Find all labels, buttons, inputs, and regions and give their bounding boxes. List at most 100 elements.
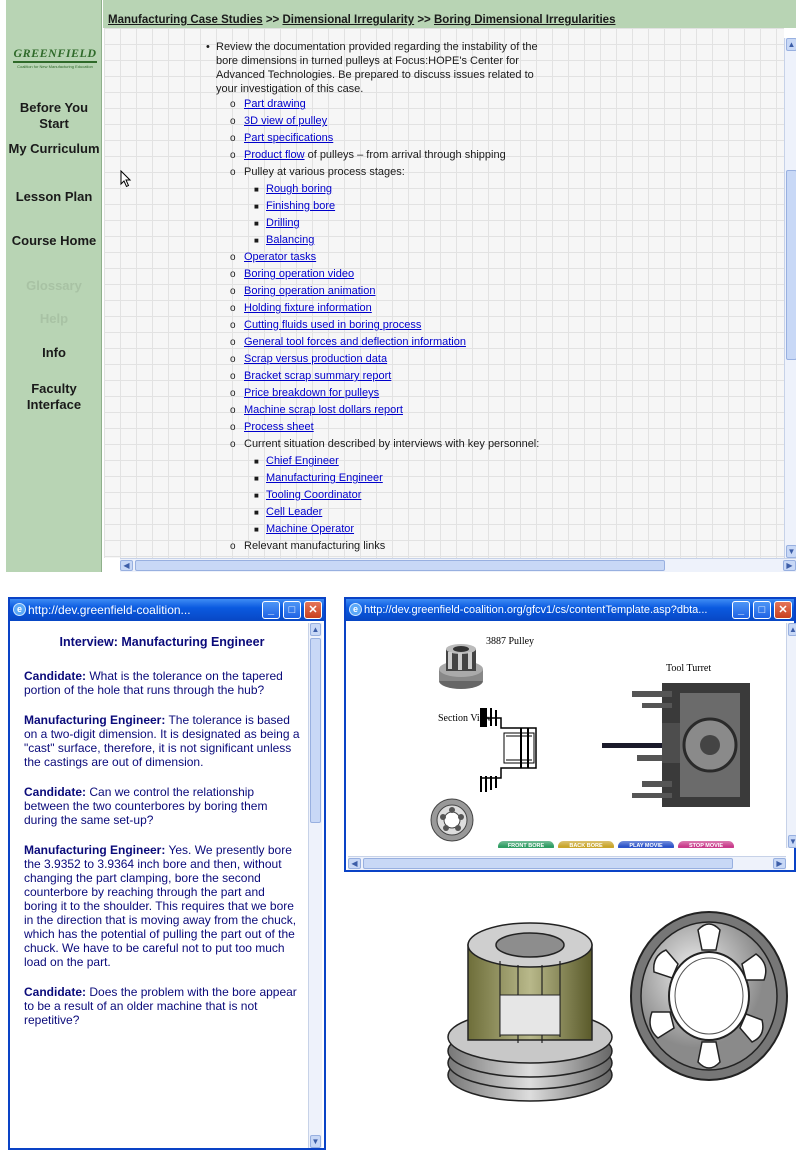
- list-item[interactable]: o Price breakdown for pulleys: [216, 385, 556, 402]
- sub-list-item[interactable]: ■ Balancing: [216, 232, 556, 249]
- sub-resource-link[interactable]: Rough boring: [266, 183, 332, 195]
- scroll-thumb[interactable]: [135, 560, 665, 571]
- list-item[interactable]: o Bracket scrap summary report: [216, 368, 556, 385]
- list-item[interactable]: o Boring operation animation: [216, 283, 556, 300]
- breadcrumb-link[interactable]: Manufacturing Case Studies: [108, 14, 263, 26]
- content-vertical-scrollbar[interactable]: ▲ ▼: [784, 38, 796, 558]
- list-item[interactable]: o Operator tasks: [216, 249, 556, 266]
- close-icon[interactable]: ✕: [304, 601, 322, 619]
- sub-resource-link[interactable]: Balancing: [266, 234, 314, 246]
- scroll-thumb[interactable]: [786, 170, 796, 360]
- breadcrumb-link[interactable]: Dimensional Irregularity: [282, 14, 414, 26]
- resource-link[interactable]: Boring operation animation: [244, 285, 375, 297]
- list-item[interactable]: o General tool forces and deflection info…: [216, 334, 556, 351]
- back-bore-button[interactable]: BACK BORE: [558, 841, 614, 848]
- resource-link[interactable]: Cutting fluids used in boring process: [244, 319, 421, 331]
- scroll-up-arrow-icon[interactable]: ▲: [310, 623, 321, 636]
- interview-vertical-scrollbar[interactable]: ▲ ▼: [308, 623, 322, 1148]
- square-bullet-icon: ■: [254, 236, 259, 245]
- list-item[interactable]: o Process sheet: [216, 419, 556, 436]
- sub-list-item[interactable]: ■ Cell Leader: [216, 504, 556, 521]
- sub-list-item[interactable]: ■ Tooling Coordinator: [216, 487, 556, 504]
- list-item[interactable]: o Cutting fluids used in boring process: [216, 317, 556, 334]
- sub-list-item[interactable]: ■ Machine Operator: [216, 521, 556, 538]
- scroll-down-arrow-icon[interactable]: ▼: [786, 545, 796, 558]
- resource-link[interactable]: Part specifications: [244, 132, 333, 144]
- resource-link[interactable]: Part drawing: [244, 98, 306, 110]
- animation-titlebar[interactable]: e http://dev.greenfield-coalition.org/gf…: [346, 599, 794, 621]
- maximize-icon[interactable]: □: [753, 601, 771, 619]
- circle-bullet-icon: o: [230, 371, 236, 382]
- nav-info[interactable]: Info: [6, 345, 102, 361]
- sub-resource-link[interactable]: Manufacturing Engineer: [266, 472, 383, 484]
- nav-before-you-start[interactable]: Before You Start: [6, 100, 102, 132]
- scroll-up-arrow-icon[interactable]: ▲: [786, 38, 796, 51]
- resource-link[interactable]: Process sheet: [244, 421, 314, 433]
- resource-link[interactable]: Operator tasks: [244, 251, 316, 263]
- nav-glossary: Glossary: [6, 278, 102, 294]
- sub-resource-link[interactable]: Drilling: [266, 217, 300, 229]
- list-item[interactable]: o Part specifications: [216, 130, 556, 147]
- sub-list-item[interactable]: ■ Manufacturing Engineer: [216, 470, 556, 487]
- sub-list-item[interactable]: ■ Rough boring: [216, 181, 556, 198]
- list-item[interactable]: o Holding fixture information: [216, 300, 556, 317]
- scroll-thumb[interactable]: [310, 638, 321, 823]
- sub-list-item[interactable]: ■ Chief Engineer: [216, 453, 556, 470]
- scroll-left-arrow-icon[interactable]: ◀: [348, 858, 361, 869]
- greenfield-logo[interactable]: GREENFIELD Coalition for New Manufacturi…: [12, 44, 98, 74]
- minimize-icon[interactable]: _: [732, 601, 750, 619]
- list-item[interactable]: o Part drawing: [216, 96, 556, 113]
- header-strip: [103, 0, 796, 12]
- resource-link[interactable]: Product flow: [244, 149, 305, 161]
- scroll-down-arrow-icon[interactable]: ▼: [788, 835, 796, 848]
- circle-bullet-icon: o: [230, 354, 236, 365]
- sub-resource-link[interactable]: Chief Engineer: [266, 455, 339, 467]
- animation-vertical-scrollbar[interactable]: ▲ ▼: [786, 623, 796, 848]
- resource-link[interactable]: Price breakdown for pulleys: [244, 387, 379, 399]
- sub-resource-link[interactable]: Tooling Coordinator: [266, 489, 361, 501]
- play-movie-button[interactable]: PLAY MOVIE: [618, 841, 674, 848]
- content-horizontal-scrollbar[interactable]: ◀ ▶: [120, 558, 796, 572]
- nav-lesson-plan[interactable]: Lesson Plan: [6, 189, 102, 205]
- animation-horizontal-scrollbar[interactable]: ◀ ▶: [348, 856, 786, 870]
- intro-text: Review the documentation provided regard…: [216, 41, 538, 95]
- list-item[interactable]: o Boring operation video: [216, 266, 556, 283]
- sub-resource-link[interactable]: Finishing bore: [266, 200, 335, 212]
- resource-link[interactable]: Machine scrap lost dollars report: [244, 404, 403, 416]
- resource-link[interactable]: Holding fixture information: [244, 302, 372, 314]
- sub-resource-link[interactable]: Cell Leader: [266, 506, 322, 518]
- front-bore-button[interactable]: FRONT BORE: [498, 841, 554, 848]
- scroll-up-arrow-icon[interactable]: ▲: [788, 623, 796, 636]
- scroll-left-arrow-icon[interactable]: ◀: [120, 560, 133, 571]
- resource-link[interactable]: Boring operation video: [244, 268, 354, 280]
- resource-link[interactable]: 3D view of pulley: [244, 115, 327, 127]
- interview-titlebar[interactable]: e http://dev.greenfield-coalition... _ □…: [10, 599, 324, 621]
- close-icon[interactable]: ✕: [774, 601, 792, 619]
- nav-label: Before You Start: [19, 100, 89, 131]
- speaker-name: Manufacturing Engineer:: [24, 843, 166, 857]
- maximize-icon[interactable]: □: [283, 601, 301, 619]
- scroll-right-arrow-icon[interactable]: ▶: [783, 560, 796, 571]
- nav-my-curriculum[interactable]: My Curriculum: [6, 141, 102, 157]
- list-item[interactable]: o Machine scrap lost dollars report: [216, 402, 556, 419]
- stop-movie-button[interactable]: STOP MOVIE: [678, 841, 734, 848]
- resource-link[interactable]: General tool forces and deflection infor…: [244, 336, 466, 348]
- minimize-icon[interactable]: _: [262, 601, 280, 619]
- sub-list-item[interactable]: ■ Drilling: [216, 215, 556, 232]
- scroll-thumb[interactable]: [363, 858, 733, 869]
- transcript-paragraph: Candidate: Can we control the relationsh…: [24, 785, 300, 827]
- nav-faculty-interface[interactable]: Faculty Interface: [6, 381, 102, 413]
- sub-list-item[interactable]: ■ Finishing bore: [216, 198, 556, 215]
- list-item[interactable]: o 3D view of pulley: [216, 113, 556, 130]
- list-item[interactable]: o Product flow of pulleys – from arrival …: [216, 147, 556, 164]
- resource-link[interactable]: Scrap versus production data: [244, 353, 387, 365]
- sub-resource-link[interactable]: Machine Operator: [266, 523, 354, 535]
- list-item[interactable]: o Scrap versus production data: [216, 351, 556, 368]
- nav-course-home[interactable]: Course Home: [6, 233, 102, 249]
- scroll-right-arrow-icon[interactable]: ▶: [773, 858, 786, 869]
- breadcrumb: Manufacturing Case Studies >> Dimensiona…: [103, 12, 796, 28]
- mouse-cursor-icon: [120, 170, 132, 188]
- circle-bullet-icon: o: [230, 320, 236, 331]
- scroll-down-arrow-icon[interactable]: ▼: [310, 1135, 321, 1148]
- resource-link[interactable]: Bracket scrap summary report: [244, 370, 391, 382]
